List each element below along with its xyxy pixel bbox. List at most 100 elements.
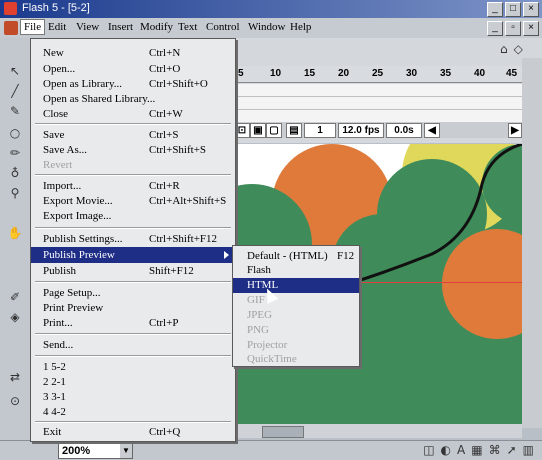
submenu-item-jpeg: JPEG bbox=[247, 309, 273, 321]
menu-item-open-as-library[interactable]: Open as Library... Ctrl+Shift+O bbox=[31, 76, 235, 92]
actions-panel-icon[interactable]: ➚ bbox=[507, 443, 517, 457]
eyedropper-icon[interactable]: ⚲ bbox=[4, 184, 26, 202]
maximize-button[interactable]: □ bbox=[505, 2, 521, 17]
color-panel-icon[interactable]: ◐ bbox=[441, 443, 451, 457]
menu-separator bbox=[35, 421, 231, 423]
menu-item-save-as[interactable]: Save As... Ctrl+Shift+S bbox=[31, 142, 235, 158]
edit-scene-icon[interactable]: ⌂ bbox=[500, 42, 508, 56]
menu-item-recent-file[interactable]: 2 2-1 bbox=[31, 374, 235, 390]
timeline-status: ⊡ ▣ ▢ ▤ 1 12.0 fps 0.0s ◀ ▶ bbox=[232, 122, 522, 138]
info-panel-icon[interactable]: ◫ bbox=[423, 443, 434, 457]
center-frame-icon[interactable]: ⊡ bbox=[234, 123, 250, 138]
ruler-label: 20 bbox=[338, 68, 350, 79]
menu-item-page-setup[interactable]: Page Setup... bbox=[31, 285, 235, 301]
menu-bar: File Edit View Insert Modify Text Contro… bbox=[0, 18, 542, 38]
menu-item-print[interactable]: Print... Ctrl+P bbox=[31, 315, 235, 331]
menu-view[interactable]: View bbox=[76, 21, 99, 33]
lasso-tool-icon[interactable]: ✎ bbox=[4, 102, 26, 120]
menu-edit[interactable]: Edit bbox=[48, 21, 66, 33]
ruler-label: 10 bbox=[270, 68, 282, 79]
arrow-tool-icon[interactable]: ↖ bbox=[4, 62, 26, 80]
stage-horizontal-scrollbar[interactable] bbox=[232, 424, 522, 438]
menu-item-open[interactable]: Open... Ctrl+O bbox=[31, 61, 235, 77]
timeline-ruler: 5 10 15 20 25 30 35 40 45 bbox=[232, 66, 522, 83]
scroll-thumb[interactable] bbox=[262, 426, 304, 438]
menu-item-open-shared-library[interactable]: Open as Shared Library... bbox=[31, 91, 235, 107]
minimize-button[interactable]: _ bbox=[487, 2, 503, 17]
menu-separator bbox=[35, 281, 231, 283]
onion-outline-icon[interactable]: ▢ bbox=[266, 123, 282, 138]
scroll-right-icon[interactable]: ▶ bbox=[508, 123, 522, 138]
menu-separator bbox=[35, 174, 231, 176]
menu-file[interactable]: File bbox=[20, 19, 46, 35]
ruler-label: 25 bbox=[372, 68, 384, 79]
submenu-item-default-html[interactable]: Default - (HTML) F12 bbox=[233, 249, 359, 264]
menu-item-new[interactable]: New Ctrl+N bbox=[31, 45, 235, 61]
menu-item-publish-settings[interactable]: Publish Settings... Ctrl+Shift+F12 bbox=[31, 231, 235, 247]
status-bar: 200% ▼ ◫ ◐ A ▦ ⌘ ➚ ▥ bbox=[0, 440, 542, 460]
toolbox: ↖ ╱ ✎ ○ ✏ ♁ ⚲ ✋ ✐ ◈ ⇄ ⊙ bbox=[0, 38, 31, 440]
character-panel-icon[interactable]: A bbox=[457, 443, 465, 457]
zoom-select[interactable]: 200% ▼ bbox=[58, 443, 133, 459]
swap-colors-icon[interactable]: ⇄ bbox=[4, 368, 26, 386]
edit-symbol-icon[interactable]: ◇ bbox=[514, 42, 523, 56]
flash-app-icon bbox=[4, 2, 17, 15]
stroke-color-icon[interactable]: ✐ bbox=[4, 288, 26, 306]
elapsed-time: 0.0s bbox=[386, 123, 422, 138]
menu-text[interactable]: Text bbox=[178, 21, 197, 33]
menu-item-revert: Revert bbox=[43, 159, 73, 171]
menu-modify[interactable]: Modify bbox=[140, 21, 173, 33]
guide-line bbox=[358, 282, 522, 283]
file-menu: New Ctrl+N Open... Ctrl+O Open as Library.… bbox=[30, 38, 236, 442]
scroll-left-icon[interactable]: ◀ bbox=[424, 123, 440, 138]
document-icon[interactable] bbox=[4, 21, 18, 35]
menu-item-export-image[interactable]: Export Image... bbox=[31, 208, 235, 224]
timeline-icons: ⌂ ◇ bbox=[500, 42, 534, 56]
publish-preview-submenu: Default - (HTML) F12 Flash HTML GIF JPEG … bbox=[232, 245, 360, 367]
doc-close-button[interactable]: × bbox=[523, 21, 539, 36]
menu-insert[interactable]: Insert bbox=[108, 21, 133, 33]
menu-control[interactable]: Control bbox=[206, 21, 240, 33]
menu-item-send[interactable]: Send... bbox=[31, 337, 235, 353]
fill-color-icon[interactable]: ◈ bbox=[4, 308, 26, 326]
onion-skin-icon[interactable]: ▣ bbox=[250, 123, 266, 138]
menu-item-import[interactable]: Import... Ctrl+R bbox=[31, 178, 235, 194]
submenu-item-html[interactable]: HTML bbox=[233, 278, 359, 293]
close-button[interactable]: × bbox=[523, 2, 539, 17]
menu-separator bbox=[35, 123, 231, 125]
chevron-down-icon[interactable]: ▼ bbox=[120, 444, 132, 458]
library-icon[interactable]: ▥ bbox=[523, 443, 534, 457]
menu-item-recent-file[interactable]: 1 5-2 bbox=[31, 359, 235, 375]
menu-item-print-preview[interactable]: Print Preview bbox=[31, 300, 235, 316]
doc-restore-button[interactable]: ▫ bbox=[505, 21, 521, 36]
menu-separator bbox=[35, 333, 231, 335]
doc-minimize-button[interactable]: _ bbox=[487, 21, 503, 36]
menu-window[interactable]: Window bbox=[248, 21, 285, 33]
ink-bottle-icon[interactable]: ♁ bbox=[4, 164, 26, 182]
menu-help[interactable]: Help bbox=[290, 21, 311, 33]
hand-tool-icon[interactable]: ✋ bbox=[4, 224, 26, 242]
instance-panel-icon[interactable]: ▦ bbox=[471, 443, 482, 457]
frame-rate: 12.0 fps bbox=[338, 123, 384, 138]
ruler-label: 30 bbox=[406, 68, 418, 79]
oval-tool-icon[interactable]: ○ bbox=[4, 124, 26, 142]
submenu-item-flash[interactable]: Flash bbox=[233, 263, 359, 278]
timeline-layer-row[interactable] bbox=[232, 84, 522, 97]
menu-item-recent-file[interactable]: 3 3-1 bbox=[31, 389, 235, 405]
menu-item-close[interactable]: Close Ctrl+W bbox=[31, 106, 235, 122]
pencil-tool-icon[interactable]: ✏ bbox=[4, 144, 26, 162]
movie-explorer-icon[interactable]: ⌘ bbox=[489, 443, 501, 457]
menu-item-recent-file[interactable]: 4 4-2 bbox=[31, 404, 235, 420]
window-controls: _ □ × bbox=[487, 2, 539, 17]
menu-item-save[interactable]: Save Ctrl+S bbox=[31, 127, 235, 143]
menu-item-publish[interactable]: Publish Shift+F12 bbox=[31, 263, 235, 279]
timeline-layer-row[interactable] bbox=[232, 97, 522, 110]
menu-separator bbox=[35, 227, 231, 229]
menu-item-publish-preview[interactable]: Publish Preview bbox=[31, 247, 235, 263]
line-tool-icon[interactable]: ╱ bbox=[4, 82, 26, 100]
stage-vertical-scrollbar[interactable] bbox=[522, 58, 542, 428]
option-icon[interactable]: ⊙ bbox=[4, 392, 26, 410]
edit-multiple-icon[interactable]: ▤ bbox=[286, 123, 302, 138]
menu-item-export-movie[interactable]: Export Movie... Ctrl+Alt+Shift+S bbox=[31, 193, 235, 209]
menu-item-exit[interactable]: Exit Ctrl+Q bbox=[31, 424, 235, 440]
